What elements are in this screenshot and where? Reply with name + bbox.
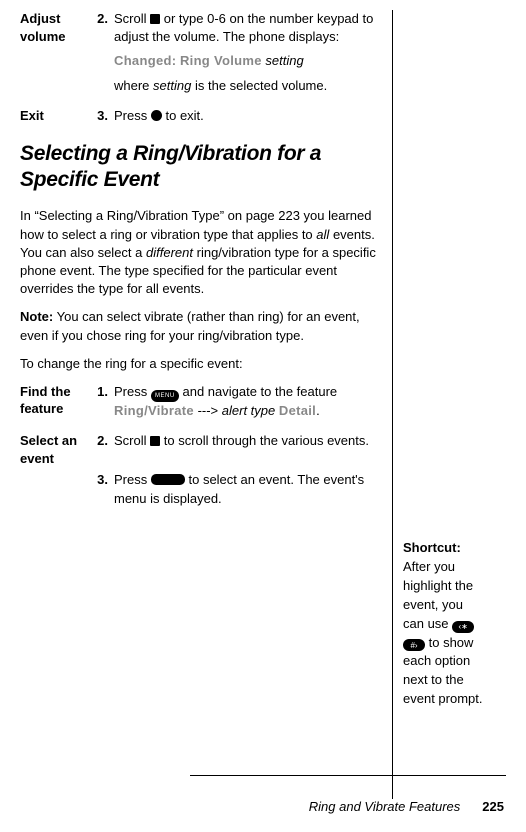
step-press-select: 3. Press to select an event. The event's… — [20, 471, 378, 507]
step-body: Scroll or type 0-6 on the number keypad … — [114, 10, 378, 95]
shortcut-label: Shortcut: — [403, 540, 461, 555]
step-number: 2. — [90, 432, 114, 467]
text: setting — [153, 78, 191, 93]
scroll-key-icon — [150, 14, 160, 24]
text: different — [146, 245, 193, 260]
text: Scroll — [114, 11, 147, 26]
step-number: 1. — [90, 383, 114, 420]
select-key-icon — [151, 474, 185, 485]
text: to exit. — [165, 108, 203, 123]
text: Press — [114, 108, 147, 123]
menu-path: Ring/Vibrate — [114, 403, 194, 418]
note-label: Note: — [20, 309, 53, 324]
step-number: 2. — [90, 10, 114, 95]
text: is the selected volume. — [195, 78, 327, 93]
text: all — [316, 227, 329, 242]
step-label — [20, 471, 90, 507]
step-number: 3. — [90, 471, 114, 507]
step-find-feature: Find the feature 1. Press MENU and navig… — [20, 383, 378, 420]
section-heading: Selecting a Ring/Vibration for a Specifi… — [20, 141, 378, 194]
text: ---> — [198, 403, 219, 418]
step-body: Press to exit. — [114, 107, 378, 125]
text: and navigate to the feature — [182, 384, 337, 399]
text: Press — [114, 384, 147, 399]
display-text: Changed: — [114, 53, 176, 68]
step-label: Adjust volume — [20, 10, 90, 95]
paragraph: To change the ring for a specific event: — [20, 355, 378, 373]
step-adjust-volume: Adjust volume 2. Scroll or type 0-6 on t… — [20, 10, 378, 95]
footer-rule — [190, 775, 506, 776]
display-variable: setting — [265, 53, 303, 68]
text: Press — [114, 472, 147, 487]
text: Scroll — [114, 433, 147, 448]
step-body: Press to select an event. The event's me… — [114, 471, 378, 507]
display-text: Ring Volume — [180, 53, 262, 68]
step-label: Find the feature — [20, 383, 90, 420]
text: You can select vibrate (rather than ring… — [20, 309, 360, 342]
menu-key-icon: MENU — [151, 390, 179, 402]
text: . — [316, 403, 320, 418]
text: where — [114, 78, 149, 93]
text: alert type — [222, 403, 275, 418]
footer-title: Ring and Vibrate Features — [309, 799, 461, 814]
margin-column: Shortcut: After you highlight the event,… — [392, 10, 492, 799]
step-body: Press MENU and navigate to the feature R… — [114, 383, 378, 420]
end-key-icon — [151, 110, 162, 121]
menu-path: Detail — [279, 403, 316, 418]
paragraph: In “Selecting a Ring/Vibration Type” on … — [20, 207, 378, 298]
note-paragraph: Note: You can select vibrate (rather tha… — [20, 308, 378, 344]
shortcut-note: Shortcut: After you highlight the event,… — [403, 539, 484, 709]
step-exit: Exit 3. Press to exit. — [20, 107, 378, 125]
step-label: Select an event — [20, 432, 90, 467]
step-label: Exit — [20, 107, 90, 125]
step-body: Scroll to scroll through the various eve… — [114, 432, 378, 467]
page-footer: Ring and Vibrate Features 225 — [0, 799, 526, 832]
main-column: Adjust volume 2. Scroll or type 0-6 on t… — [20, 10, 392, 799]
scroll-key-icon — [150, 436, 160, 446]
page-number: 225 — [482, 799, 504, 814]
step-number: 3. — [90, 107, 114, 125]
text: to scroll through the various events. — [164, 433, 369, 448]
hash-key-icon: #› — [403, 639, 425, 651]
step-select-event: Select an event 2. Scroll to scroll thro… — [20, 432, 378, 467]
star-key-icon: ‹∗ — [452, 621, 474, 633]
